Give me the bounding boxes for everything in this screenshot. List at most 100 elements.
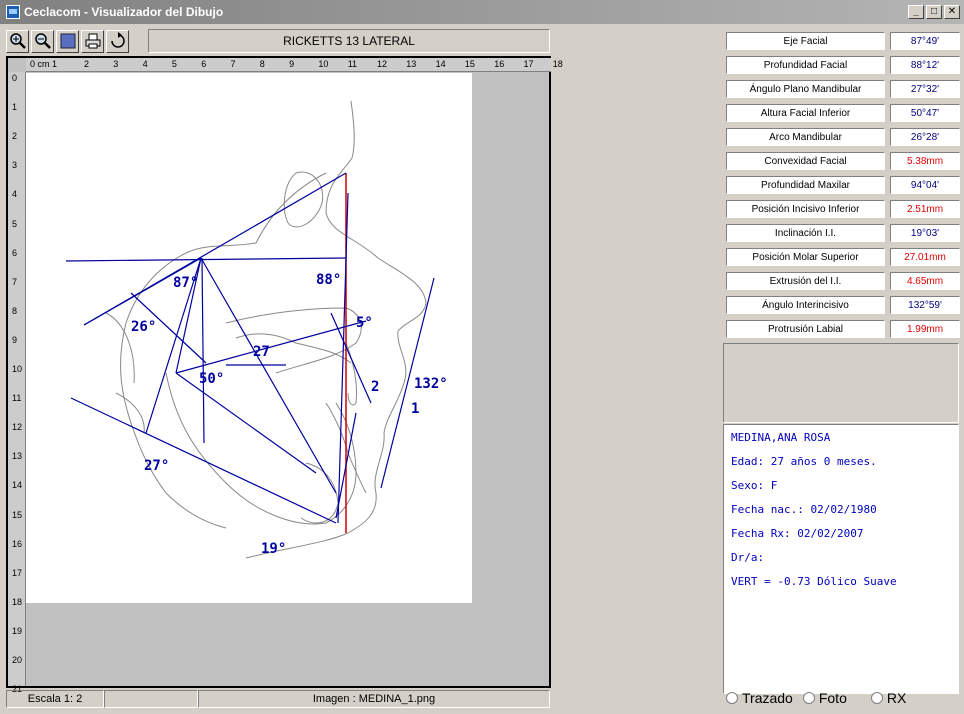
- ruler-tick-label: 11: [12, 393, 22, 404]
- angle-label: 5°: [356, 315, 373, 331]
- fit-view-icon: [60, 33, 75, 49]
- radio-circle-icon[interactable]: [726, 692, 738, 704]
- ruler-tick-label: 4: [142, 59, 148, 69]
- ruler-tick-label: 5: [171, 59, 177, 69]
- orbit: [283, 171, 324, 228]
- view-options: Trazado Foto RX: [726, 688, 958, 708]
- measurement-value: 4.65mm: [890, 272, 960, 290]
- measurement-label: Profundidad Facial: [726, 56, 885, 74]
- measurement-row: Ángulo Interincisivo 132°59': [726, 296, 960, 314]
- fit-view-button[interactable]: [56, 29, 79, 53]
- measurement-label: Ángulo Plano Mandibular: [726, 80, 885, 98]
- radio-circle-icon[interactable]: [870, 692, 883, 704]
- pt-vertical: [201, 257, 205, 444]
- zoom-out-button[interactable]: [31, 29, 54, 53]
- angle-label: 26°: [131, 319, 156, 335]
- close-button[interactable]: ✕: [944, 5, 960, 19]
- measurement-value: 94°04': [890, 176, 960, 194]
- rotate-button[interactable]: [106, 29, 129, 53]
- incisor-upper: [345, 342, 357, 406]
- ruler-tick-label: 16: [12, 538, 23, 549]
- measurement-row: Posición Incisivo Inferior 2.51mm: [726, 200, 960, 218]
- patient-sex: Sexo: F: [731, 479, 778, 492]
- ruler-tick-label: 3: [12, 160, 18, 171]
- measurement-value: 1.99mm: [890, 320, 960, 338]
- angle-label: 19°: [261, 541, 286, 557]
- ruler-tick-label: 5: [12, 218, 18, 229]
- measurement-value: 19°03': [890, 224, 960, 242]
- ruler-tick-label: 2: [12, 131, 18, 142]
- top-ruler: 0 cm 1 2 3 4 5 6 7 8 9 10 11 12 13 14 15 16 17 18: [26, 58, 563, 72]
- measurement-label: Arco Mandibular: [726, 128, 885, 146]
- measurement-row: Profundidad Facial 88°12': [726, 56, 960, 74]
- rotate-icon: [110, 32, 125, 48]
- measurement-value: 87°49': [890, 32, 960, 50]
- print-icon: [85, 33, 100, 49]
- patient-name: MEDINA,ANA ROSA: [731, 431, 831, 444]
- angle-label: 1: [411, 401, 419, 417]
- scale-status: Escala 1: 2: [6, 690, 104, 708]
- radio-circle-icon[interactable]: [802, 692, 815, 704]
- cephalometric-canvas[interactable]: 87° 88° 26° 5° 27 50° 2 132° 1 27° 19°: [26, 73, 472, 603]
- measurement-label: Posición Molar Superior: [726, 248, 885, 266]
- minimize-button[interactable]: _: [908, 5, 924, 19]
- cephalometric-tracing: 87° 88° 26° 5° 27 50° 2 132° 1 27° 19°: [65, 100, 448, 559]
- measurement-label: Extrusión del I.I.: [726, 272, 885, 290]
- measurement-row: Arco Mandibular 26°28': [726, 128, 960, 146]
- measurement-row: Profundidad Maxilar 94°04': [726, 176, 960, 194]
- ruler-tick-label: 17: [12, 567, 23, 578]
- measurement-value: 2.51mm: [890, 200, 960, 218]
- ruler-tick-label: 16: [494, 59, 505, 69]
- patient-vert: VERT = -0.73 Dólico Suave: [731, 575, 897, 588]
- toolbar: RICKETTS 13 LATERAL: [6, 28, 550, 54]
- patient-age: Edad: 27 años 0 meses.: [731, 455, 877, 468]
- radio-foto[interactable]: Foto: [802, 690, 847, 706]
- analysis-title: RICKETTS 13 LATERAL: [148, 29, 550, 53]
- patient-xray-date: Fecha Rx: 02/02/2007: [731, 527, 864, 540]
- drawing-viewport[interactable]: 0 cm 1 2 3 4 5 6 7 8 9 10 11 12 13 14 15 16 17 18 012345…: [6, 56, 563, 694]
- radio-trazado[interactable]: Trazado: [726, 690, 793, 706]
- ruler-tick-label: 0: [12, 73, 18, 83]
- angle-label: 27°: [144, 458, 169, 474]
- ruler-tick-label: 17: [523, 59, 534, 69]
- measurement-value: 26°28': [890, 128, 960, 146]
- ruler-tick-label: 6: [12, 247, 18, 258]
- measurement-label: Eje Facial: [726, 32, 885, 50]
- measurement-value: 27°32': [890, 80, 960, 98]
- title-bar: Ceclacom - Visualizador del Dibujo _ □ ✕: [0, 0, 964, 24]
- ruler-tick-label: 10: [318, 59, 329, 69]
- ruler-tick-label: 13: [12, 451, 23, 462]
- window-title: Ceclacom - Visualizador del Dibujo: [24, 5, 224, 19]
- measurement-row: Inclinación I.I. 19°03': [726, 224, 960, 242]
- ruler-tick-label: 8: [259, 59, 265, 69]
- zoom-in-icon: [9, 33, 26, 49]
- symphysis: [300, 462, 339, 524]
- app-icon: [6, 5, 20, 19]
- print-button[interactable]: [81, 29, 104, 53]
- angle-label: 27: [253, 344, 270, 360]
- maximize-button[interactable]: □: [926, 5, 942, 19]
- measurement-value: 50°47': [890, 104, 960, 122]
- ruler-tick-label: 1: [12, 102, 18, 113]
- ruler-tick-label: 4: [12, 189, 18, 200]
- measurement-label: Inclinación I.I.: [726, 224, 885, 242]
- ruler-tick-label: 6: [201, 59, 207, 69]
- measurement-label: Convexidad Facial: [726, 152, 885, 170]
- left-ruler: 0 1 2 3 4 5 6 7 8 9 10 11 12 13 14 15 16 17 18 19 20 21: [8, 72, 26, 694]
- measurement-value: 27.01mm: [890, 248, 960, 266]
- measurement-value: 88°12': [890, 56, 960, 74]
- ruler-tick-label: 14: [435, 59, 446, 69]
- measurement-row: Posición Molar Superior 27.01mm: [726, 248, 960, 266]
- ruler-tick-label: 2: [84, 59, 90, 69]
- zoom-in-button[interactable]: [6, 29, 29, 53]
- drawing-panel: RICKETTS 13 LATERAL 0 cm 1 2 3 4 5 6 7 8 9 10 11 1…: [2, 26, 563, 712]
- ruler-tick-label: 3: [113, 59, 119, 69]
- measurement-label: Altura Facial Inferior: [726, 104, 885, 122]
- measurement-value: 5.38mm: [890, 152, 960, 170]
- ruler-tick-label: 18: [12, 596, 23, 607]
- notes-box: [723, 343, 959, 423]
- ruler-tick-label: 11: [347, 59, 358, 69]
- radio-rx[interactable]: RX: [870, 690, 906, 706]
- frankfort-plane: [65, 257, 347, 262]
- ruler-tick-label: 20: [12, 655, 23, 665]
